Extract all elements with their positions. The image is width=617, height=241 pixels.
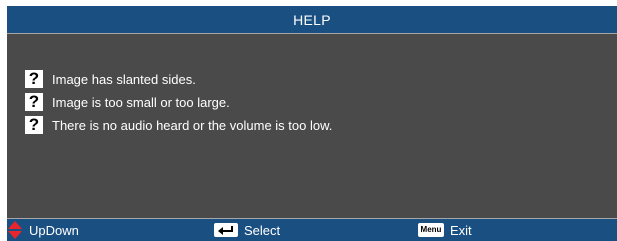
- updown-arrows-icon: [8, 221, 22, 239]
- question-mark-icon: ?: [25, 93, 43, 111]
- help-item-no-audio[interactable]: ? There is no audio heard or the volume …: [25, 115, 332, 135]
- help-item-label: There is no audio heard or the volume is…: [52, 117, 333, 133]
- legend-updown: UpDown: [7, 219, 79, 241]
- enter-key-icon: [214, 223, 238, 237]
- question-mark-icon: ?: [25, 116, 43, 134]
- exit-label: Exit: [450, 222, 472, 238]
- help-item-label: Image is too small or too large.: [52, 94, 230, 110]
- help-panel: ? Image has slanted sides. ? Image is to…: [7, 33, 617, 219]
- footer-legend: UpDown Select Menu Exit: [7, 219, 617, 241]
- question-mark-icon: ?: [25, 70, 43, 88]
- updown-label: UpDown: [29, 222, 79, 238]
- help-item-image-size[interactable]: ? Image is too small or too large.: [25, 92, 230, 112]
- help-item-slanted-sides[interactable]: ? Image has slanted sides.: [25, 69, 196, 89]
- legend-exit: Menu Exit: [418, 219, 472, 241]
- menu-title: HELP: [293, 11, 331, 28]
- help-menu: HELP ? Image has slanted sides. ? Image …: [7, 6, 617, 241]
- menu-key-icon: Menu: [418, 223, 444, 237]
- title-bar: HELP: [7, 6, 617, 33]
- help-item-label: Image has slanted sides.: [52, 71, 196, 87]
- legend-select: Select: [214, 219, 280, 241]
- select-label: Select: [244, 222, 281, 238]
